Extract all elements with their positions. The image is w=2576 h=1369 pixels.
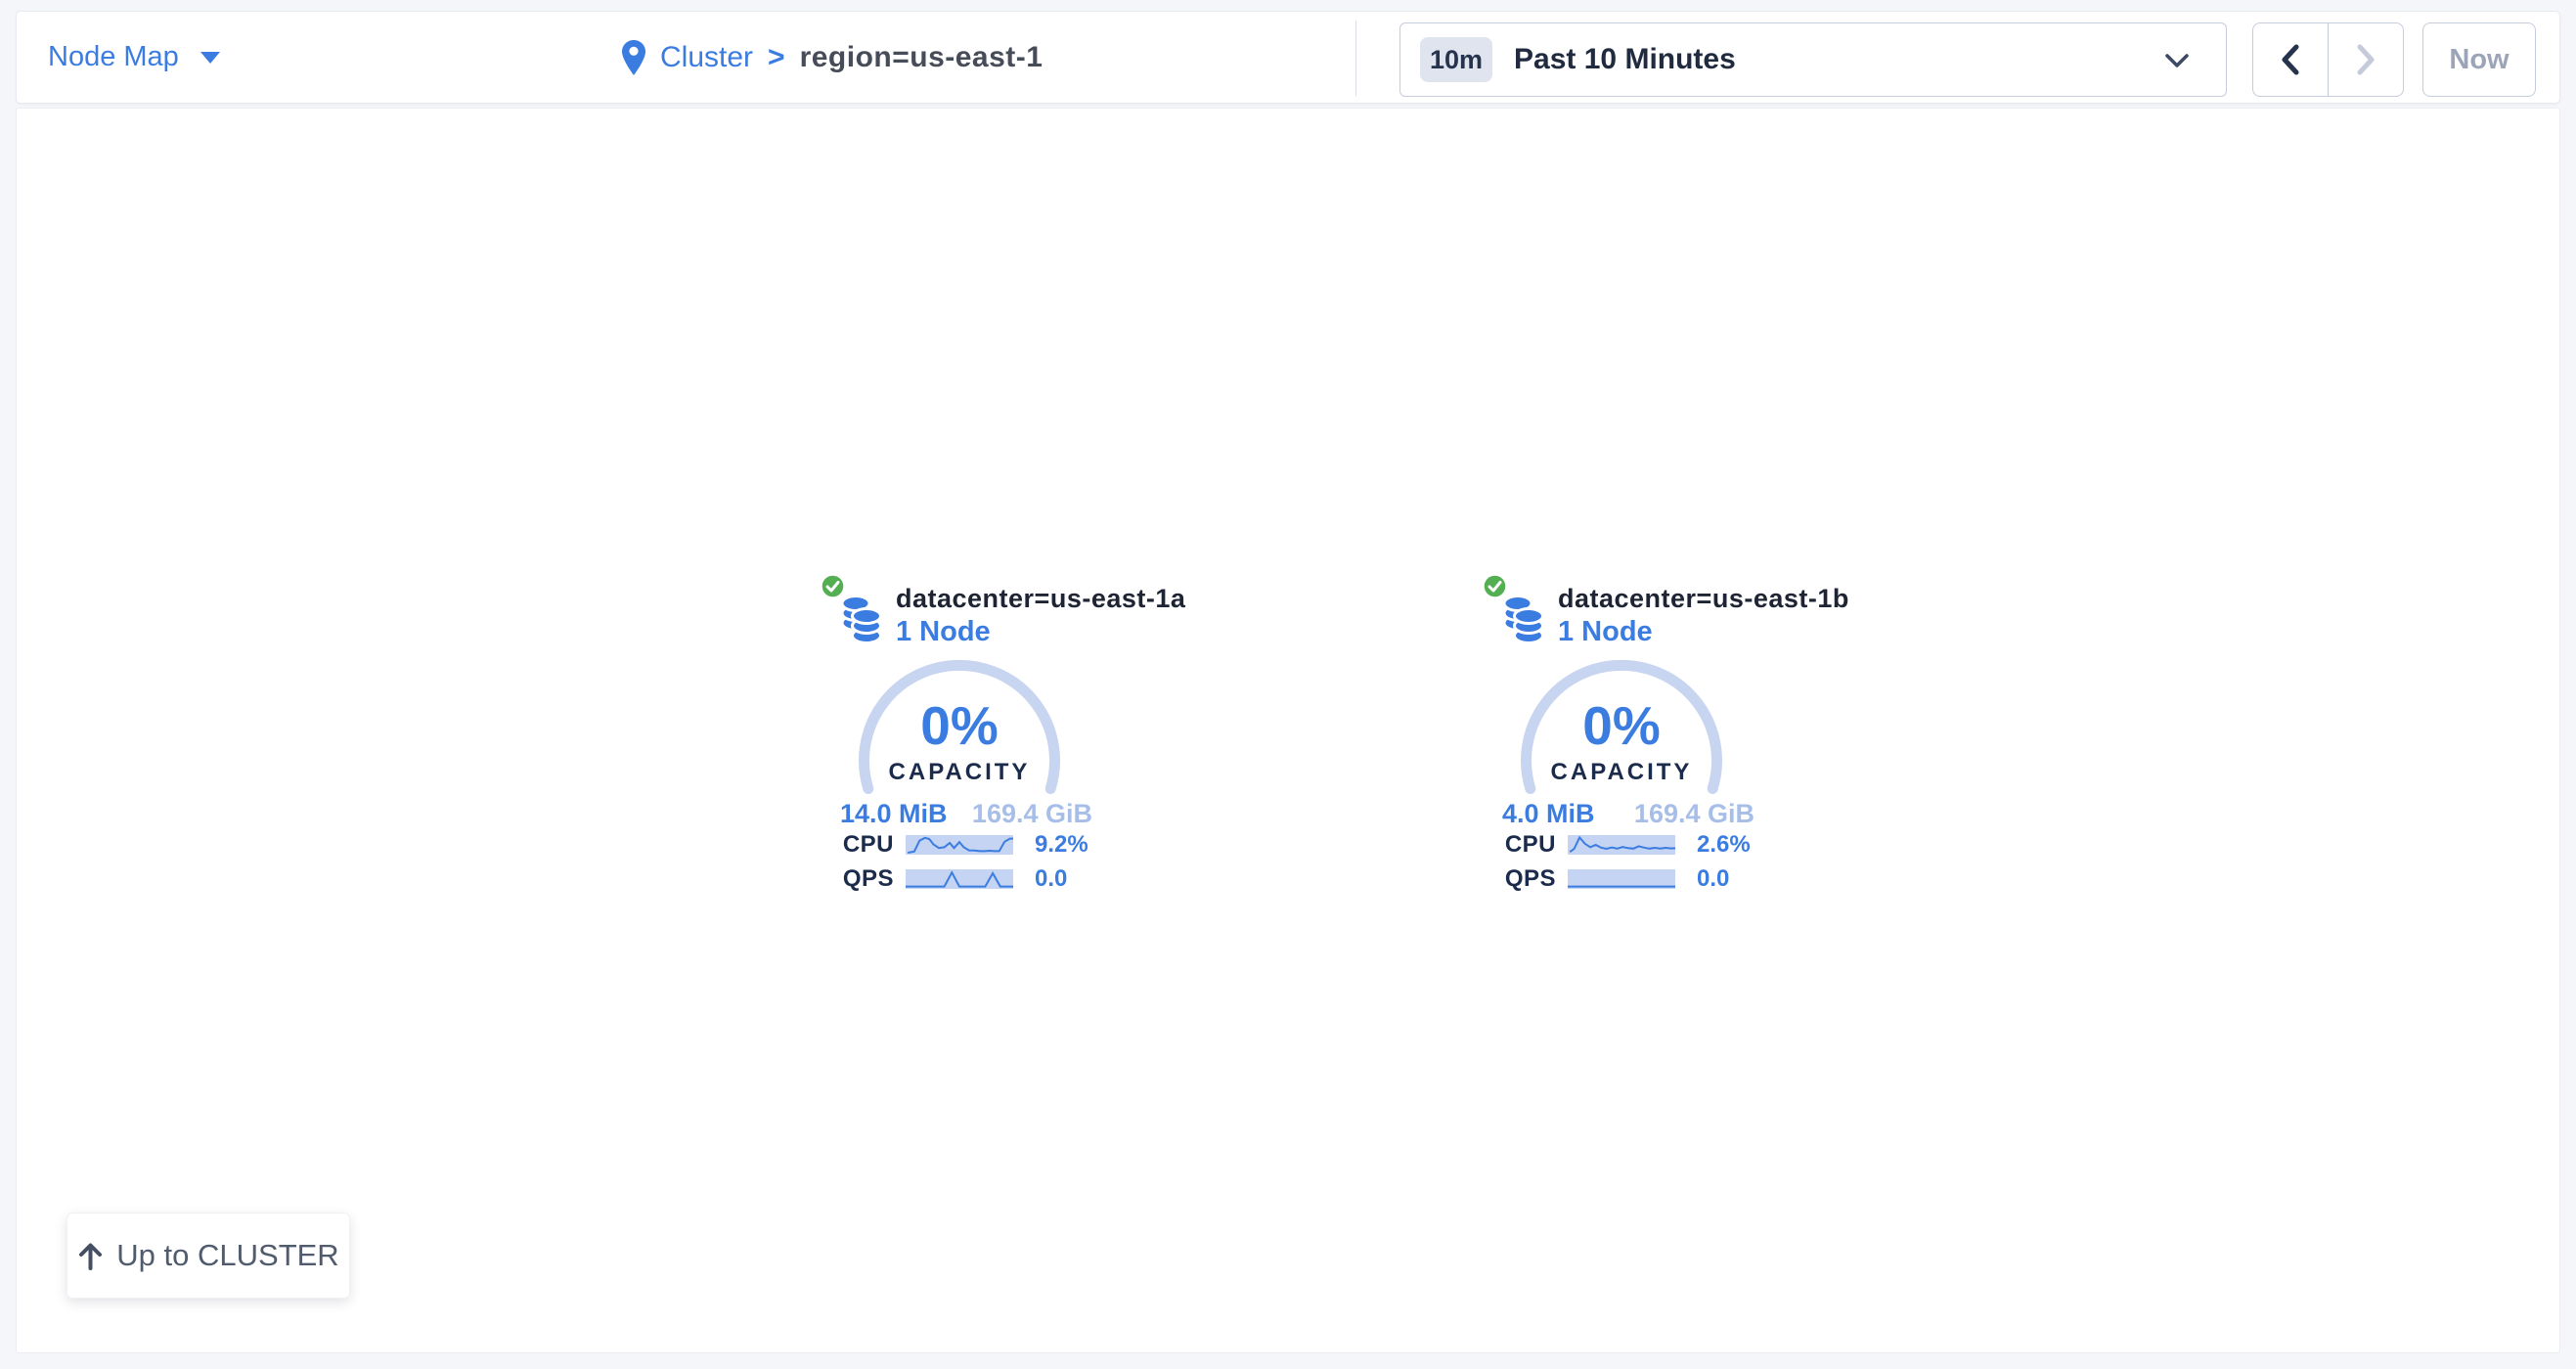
time-nav-group xyxy=(2252,22,2404,97)
chevron-left-icon xyxy=(2278,42,2303,77)
capacity-total: 169.4 GiB xyxy=(972,799,1092,829)
capacity-percent: 0% xyxy=(1511,698,1732,753)
database-stack-icon xyxy=(1499,593,1546,645)
breadcrumb-separator: > xyxy=(768,41,785,74)
time-range-badge: 10m xyxy=(1420,37,1492,82)
cpu-value: 9.2% xyxy=(1035,831,1088,859)
qps-metric-row: QPS 0.0 xyxy=(821,867,1104,891)
datacenter-card-us-east-1b[interactable]: datacenter=us-east-1b 1 Node 0% CAPACITY… xyxy=(1483,574,1766,906)
qps-sparkline-chart xyxy=(906,869,1013,889)
time-range-label: Past 10 Minutes xyxy=(1514,43,1736,76)
chevron-down-icon xyxy=(200,52,220,64)
time-range-dropdown[interactable]: 10m Past 10 Minutes xyxy=(1399,22,2227,97)
datacenter-card-us-east-1a[interactable]: datacenter=us-east-1a 1 Node 0% CAPACITY… xyxy=(821,574,1104,906)
qps-sparkline-chart xyxy=(1568,869,1675,889)
datacenter-name: datacenter=us-east-1b xyxy=(1558,584,1849,614)
breadcrumb: Cluster > region=us-east-1 xyxy=(622,12,1043,103)
database-stack-icon xyxy=(837,593,884,645)
cpu-label: CPU xyxy=(821,831,894,859)
up-to-cluster-label: Up to CLUSTER xyxy=(116,1238,338,1273)
cpu-metric-row: CPU 2.6% xyxy=(1483,833,1766,857)
cpu-metric-row: CPU 9.2% xyxy=(821,833,1104,857)
capacity-caption: CAPACITY xyxy=(1511,759,1732,786)
datacenter-name: datacenter=us-east-1a xyxy=(896,584,1185,614)
view-selector-label: Node Map xyxy=(48,41,179,73)
now-button-label: Now xyxy=(2449,44,2509,76)
header-bar: Node Map Cluster > region=us-east-1 10m … xyxy=(16,11,2560,104)
cpu-sparkline-chart xyxy=(906,835,1013,855)
capacity-used: 4.0 MiB xyxy=(1502,799,1595,829)
datacenter-node-count: 1 Node xyxy=(1558,616,1653,648)
breadcrumb-current: region=us-east-1 xyxy=(800,41,1044,74)
qps-metric-row: QPS 0.0 xyxy=(1483,867,1766,891)
time-next-button-disabled[interactable] xyxy=(2329,23,2403,96)
up-to-cluster-button[interactable]: Up to CLUSTER xyxy=(67,1213,350,1299)
location-pin-icon xyxy=(622,38,645,77)
qps-value: 0.0 xyxy=(1035,865,1067,893)
datacenter-node-count: 1 Node xyxy=(896,616,991,648)
node-map-canvas: datacenter=us-east-1a 1 Node 0% CAPACITY… xyxy=(16,108,2560,1353)
capacity-percent: 0% xyxy=(849,698,1070,753)
capacity-values-row: 14.0 MiB 169.4 GiB xyxy=(840,799,1092,829)
now-button-disabled[interactable]: Now xyxy=(2422,22,2536,97)
capacity-used: 14.0 MiB xyxy=(840,799,948,829)
chevron-down-icon xyxy=(2161,51,2193,70)
arrow-up-icon xyxy=(77,1241,104,1270)
capacity-total: 169.4 GiB xyxy=(1634,799,1754,829)
time-prev-button[interactable] xyxy=(2253,23,2329,96)
qps-label: QPS xyxy=(1483,865,1556,893)
header-divider xyxy=(1355,21,1356,96)
cpu-label: CPU xyxy=(1483,831,1556,859)
qps-value: 0.0 xyxy=(1697,865,1729,893)
chevron-right-icon xyxy=(2353,42,2378,77)
cpu-value: 2.6% xyxy=(1697,831,1751,859)
qps-label: QPS xyxy=(821,865,894,893)
capacity-caption: CAPACITY xyxy=(849,759,1070,786)
capacity-values-row: 4.0 MiB 169.4 GiB xyxy=(1502,799,1754,829)
cpu-sparkline-chart xyxy=(1568,835,1675,855)
view-selector-dropdown[interactable]: Node Map xyxy=(48,12,220,103)
breadcrumb-cluster-link[interactable]: Cluster xyxy=(660,41,753,74)
